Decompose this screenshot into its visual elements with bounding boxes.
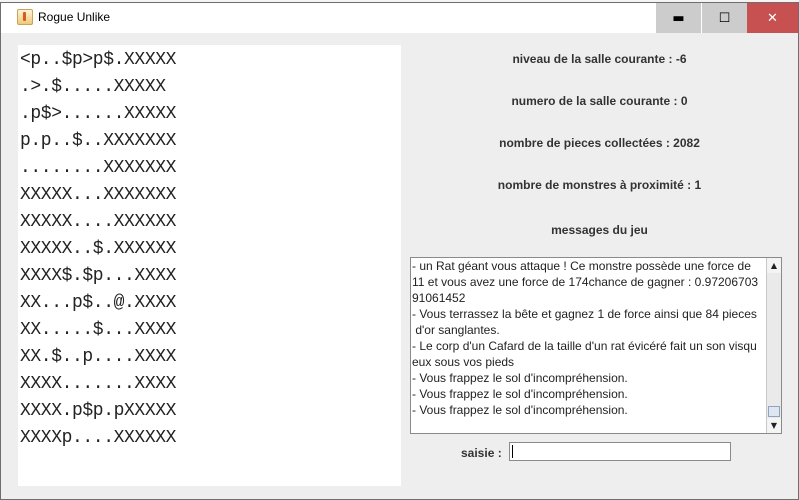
java-cup-icon: [17, 9, 33, 25]
text-caret: [512, 445, 513, 458]
map-row: ........XXXXXXX: [20, 158, 177, 178]
map-row: XXXX$.$p...XXXX: [20, 266, 177, 286]
messages-title: messages du jeu: [551, 223, 648, 237]
game-map: <p..$p>p$.XXXXX .>.$.....XXXXX .p$>.....…: [18, 45, 401, 486]
message-line: eux sous vos pieds: [412, 355, 515, 369]
message-line: - Le corp d'un Cafard de la taille d'un …: [412, 339, 757, 353]
minimize-button[interactable]: ▬: [656, 3, 701, 33]
room-number-label: numero de la salle courante : 0: [511, 94, 688, 108]
map-row: XX.....$...XXXX: [20, 320, 177, 340]
map-row: XXXXp....XXXXXX: [20, 428, 177, 448]
message-line: d'or sanglantes.: [412, 323, 500, 337]
map-row: XX...p$..@.XXXX: [20, 293, 177, 313]
message-line: - Vous frappez le sol d'incompréhension.: [412, 387, 628, 401]
app-window: Rogue Unlike ▬ ☐ ✕ <p..$p>p$.XXXXX .>.$.…: [0, 2, 799, 500]
room-level-label: niveau de la salle courante : -6: [512, 52, 687, 66]
map-row: XXXXX..$.XXXXXX: [20, 239, 177, 259]
maximize-button[interactable]: ☐: [702, 3, 747, 33]
close-icon: ✕: [767, 10, 778, 26]
scroll-down-icon[interactable]: ▼: [767, 418, 781, 433]
message-line: - un Rat géant vous attaque ! Ce monstre…: [412, 259, 751, 273]
scrollbar-thumb[interactable]: [768, 406, 780, 417]
scroll-up-icon[interactable]: ▲: [767, 258, 781, 273]
input-label: saisie :: [461, 446, 502, 460]
message-line: - Vous frappez le sol d'incompréhension.: [412, 371, 628, 385]
map-row: <p..$p>p$.XXXXX: [20, 50, 177, 70]
message-line: 91061452: [412, 291, 466, 305]
map-row: XXXXX....XXXXXX: [20, 212, 177, 232]
content-area: <p..$p>p$.XXXXX .>.$.....XXXXX .p$>.....…: [1, 33, 798, 499]
nearby-monsters-label: nombre de monstres à proximité : 1: [497, 178, 702, 192]
close-button[interactable]: ✕: [747, 3, 798, 33]
window-title: Rogue Unlike: [38, 10, 111, 24]
map-row: .p$>......XXXXX: [20, 104, 177, 124]
message-line: - Vous frappez le sol d'incompréhension.: [412, 403, 628, 417]
minimize-icon: ▬: [672, 10, 685, 26]
message-scrollbar[interactable]: ▲ ▼: [766, 258, 781, 433]
command-input[interactable]: [509, 442, 731, 461]
maximize-icon: ☐: [718, 10, 731, 26]
map-row: .>.$.....XXXXX: [20, 77, 166, 97]
map-row: XX.$..p....XXXX: [20, 347, 177, 367]
message-log-text: - un Rat géant vous attaque ! Ce monstre…: [412, 258, 766, 433]
message-line: 11 et vous avez une force de 174chance d…: [412, 275, 759, 289]
map-row: XXXX.......XXXX: [20, 374, 177, 394]
coins-collected-label: nombre de pieces collectées : 2082: [499, 136, 700, 150]
message-log[interactable]: - un Rat géant vous attaque ! Ce monstre…: [410, 257, 782, 434]
map-row: p.p..$..XXXXXXX: [20, 131, 177, 151]
title-bar[interactable]: Rogue Unlike ▬ ☐ ✕: [1, 3, 798, 33]
map-row: XXXXX...XXXXXXX: [20, 185, 177, 205]
map-row: XXXX.p$p.pXXXXX: [20, 401, 177, 421]
message-line: - Vous terrassez la bête et gagnez 1 de …: [412, 307, 757, 321]
